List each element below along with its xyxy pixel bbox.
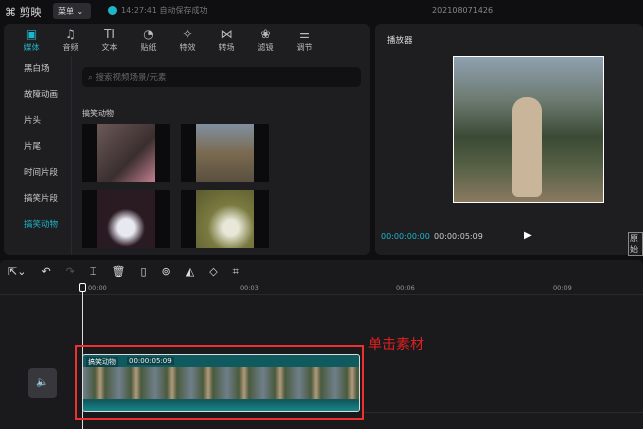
ratio-button[interactable]: 原始 [628,232,643,256]
sidebar-item[interactable]: 故障动画 [4,82,71,108]
tab-label: 文本 [101,43,118,52]
audio-icon: ♫ [65,27,76,41]
mute-track-button[interactable]: 🔈 [28,368,57,398]
tab-label: 贴纸 [140,43,157,52]
save-status: 14:27:41 自动保存成功 [108,5,207,16]
tab-effects[interactable]: ✧ 特效 [168,24,207,56]
tab-adjust[interactable]: ⚌ 调节 [285,24,324,56]
media-thumbnail[interactable] [82,190,170,248]
tab-label: 转场 [218,43,235,52]
tab-label: 滤镜 [257,43,274,52]
tab-label: 特效 [179,43,196,52]
sidebar-item[interactable]: 黑白场 [4,56,71,82]
ruler-tick: 00:06 [396,284,415,292]
ruler-tick: 00:00 [88,284,107,292]
rotate-icon[interactable]: ◇ [209,265,217,278]
tab-label: 音频 [62,43,79,52]
menu-button[interactable]: 菜单 ⌄ [53,3,91,19]
app-name: 剪映 [19,6,42,19]
redo-icon[interactable]: ↷ [66,265,75,278]
tab-text[interactable]: TI 文本 [90,24,129,56]
media-thumbnail[interactable] [82,124,170,182]
annotation-text: 单击素材 [368,337,424,353]
media-icon: ▣ [25,27,38,41]
timeline-toolbar: ⇱⌄ ↶ ↷ ⌶ 🗑 ▯ ⊚ ◭ ◇ ⌗ [0,260,643,283]
tab-label: 媒体 [23,43,40,52]
filter-icon: ❀ [260,27,271,41]
highlight-box [75,345,364,420]
undo-icon[interactable]: ↶ [41,265,50,278]
video-preview[interactable] [453,56,604,203]
category-sidebar: 黑白场 故障动画 片头 片尾 时间片段 搞笑片段 搞笑动物 [4,56,72,255]
track-divider [364,412,643,413]
tab-media[interactable]: ▣ 媒体 [12,24,51,56]
sidebar-item[interactable]: 片尾 [4,134,71,160]
sticker-icon: ◔ [143,27,154,41]
mirror-icon[interactable]: ◭ [186,265,194,278]
effects-icon: ✧ [182,27,193,41]
delete-icon[interactable]: 🗑 [111,265,125,278]
adjust-icon: ⚌ [299,27,310,41]
tab-label: 调节 [296,43,313,52]
save-text: 14:27:41 自动保存成功 [121,6,208,15]
freeze-icon[interactable]: ▯ [140,265,146,278]
reverse-icon[interactable]: ⊚ [162,265,171,278]
total-time: 00:00:05:09 [434,232,483,241]
select-tool-icon[interactable]: ⇱⌄ [8,265,26,278]
search-input[interactable]: ⌕ 搜索视频场景/元素 [82,67,361,87]
search-placeholder: 搜索视频场景/元素 [95,73,167,83]
media-thumbnail[interactable] [181,190,269,248]
sidebar-item[interactable]: 时间片段 [4,160,71,186]
transition-icon: ⋈ [220,27,233,41]
tab-sticker[interactable]: ◔ 贴纸 [129,24,168,56]
tab-filter[interactable]: ❀ 滤镜 [246,24,285,56]
tab-audio[interactable]: ♫ 音频 [51,24,90,56]
media-thumbnail[interactable] [181,124,269,182]
playhead-handle[interactable] [79,283,86,292]
check-icon [108,6,117,15]
current-time: 00:00:00:00 [381,232,430,241]
player-title: 播放器 [387,36,413,46]
ruler-tick: 00:03 [240,284,259,292]
sidebar-item[interactable]: 搞笑片段 [4,186,71,212]
media-tabs: ▣ 媒体 ♫ 音频 TI 文本 ◔ 贴纸 ✧ 特效 ⋈ 转场 ❀ 滤镜 ⚌ 调节 [4,24,370,56]
play-button[interactable]: ▶ [524,230,532,241]
sidebar-item[interactable]: 片头 [4,108,71,134]
menu-label: 菜单 [58,7,74,16]
top-bar [0,0,643,22]
app-logo: ⌘ 剪映 [5,6,42,19]
split-icon[interactable]: ⌶ [90,265,97,279]
tab-transition[interactable]: ⋈ 转场 [207,24,246,56]
sidebar-item-active[interactable]: 搞笑动物 [4,212,71,238]
marmot-image [512,97,542,197]
crop-icon[interactable]: ⌗ [233,265,239,279]
category-title: 搞笑动物 [82,109,114,118]
text-icon: TI [104,27,115,41]
project-name: 202108071426 [432,6,494,15]
ruler-tick: 00:09 [553,284,572,292]
